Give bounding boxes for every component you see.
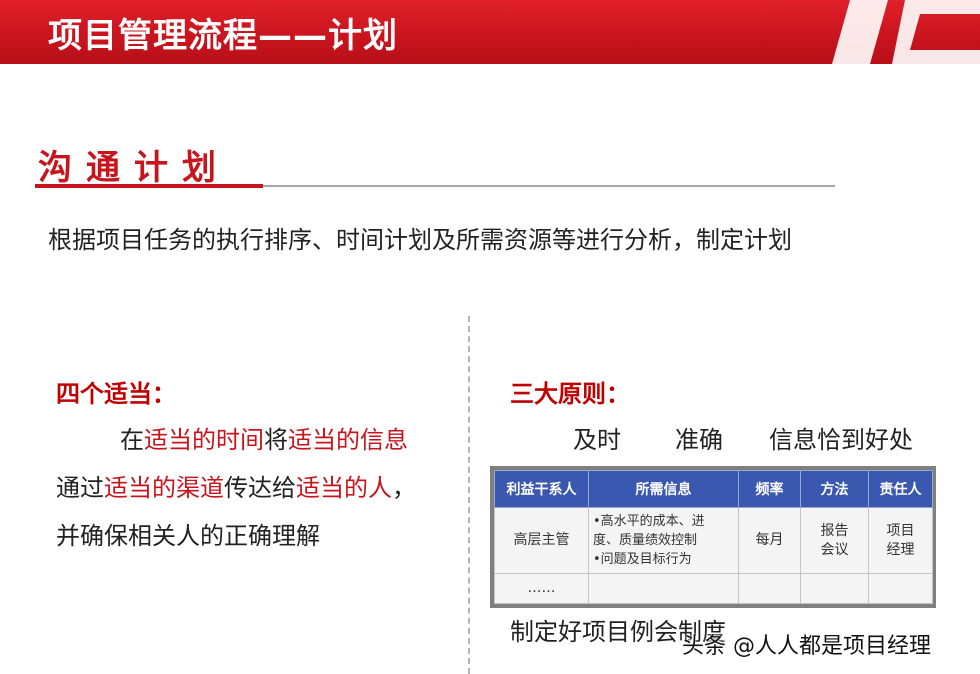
column-header: 责任人	[868, 470, 933, 508]
table-cell: 每月	[738, 507, 801, 574]
principle-item: 信息恰到好处	[769, 426, 913, 454]
title-underline-red	[35, 184, 263, 188]
cell-line: 度、质量绩效控制	[593, 533, 698, 548]
cell-line: 会议	[820, 541, 849, 558]
text: 在	[120, 426, 144, 454]
highlight-text: 适当的人	[296, 474, 392, 502]
four-appropriates-heading: 四个适当：	[56, 380, 176, 408]
table-cell: •高水平的成本、进 度、质量绩效控制 •问题及目标行为	[588, 507, 739, 574]
table-header-row: 利益干系人 所需信息 频率 方法 责任人	[494, 470, 933, 508]
column-divider	[468, 316, 470, 674]
highlight-text: 适当的渠道	[104, 474, 224, 502]
slide-title: 项目管理流程——计划	[48, 16, 398, 56]
column-header: 所需信息	[588, 470, 739, 508]
watermark: 头条 @人人都是项目经理	[682, 634, 931, 659]
table-cell	[868, 573, 933, 604]
table-cell: ……	[494, 573, 589, 604]
cell-line: 项目	[886, 522, 915, 539]
table-cell: 项目 经理	[868, 507, 933, 574]
principle-item: 及时	[573, 426, 621, 454]
intro-text: 根据项目任务的执行排序、时间计划及所需资源等进行分析，制定计划	[48, 226, 792, 254]
cell-line: •问题及目标行为	[593, 552, 692, 567]
table-cell	[738, 573, 801, 604]
principle-item: 准确	[675, 426, 723, 454]
brand-logo-decoration	[832, 0, 980, 64]
table-cell	[800, 573, 869, 604]
table-row: 高层主管 •高水平的成本、进 度、质量绩效控制 •问题及目标行为 每月 报告 会…	[494, 507, 933, 574]
title-underline-grey	[263, 185, 835, 187]
three-principles-heading: 三大原则：	[510, 380, 630, 408]
text: 将	[264, 426, 288, 454]
cell-line: •高水平的成本、进	[593, 514, 705, 529]
left-line-1: 在适当的时间将适当的信息	[120, 420, 408, 455]
text: 通过	[56, 474, 104, 502]
section-title: 沟通计划	[38, 148, 230, 188]
table-cell: 高层主管	[494, 507, 589, 574]
cell-line: 经理	[886, 541, 915, 558]
table-cell: 报告 会议	[800, 507, 869, 574]
column-header: 频率	[738, 470, 801, 508]
communication-table-frame: 利益干系人 所需信息 频率 方法 责任人 高层主管 •高水平的成本、进 度、质量…	[490, 466, 936, 608]
left-line-3: 并确保相关人的正确理解	[56, 522, 320, 550]
text: 传达给	[224, 474, 296, 502]
cell-line: 报告	[820, 522, 849, 539]
left-line-2: 通过适当的渠道传达给适当的人，	[56, 468, 416, 503]
column-header: 利益干系人	[494, 470, 589, 508]
highlight-text: 适当的信息	[288, 426, 408, 454]
header-bar: 项目管理流程——计划	[0, 0, 980, 64]
table-cell	[588, 573, 739, 604]
text: ，	[392, 474, 416, 502]
highlight-text: 适当的时间	[144, 426, 264, 454]
communication-table: 利益干系人 所需信息 频率 方法 责任人 高层主管 •高水平的成本、进 度、质量…	[494, 470, 933, 604]
column-header: 方法	[800, 470, 869, 508]
table-row: ……	[494, 573, 933, 604]
